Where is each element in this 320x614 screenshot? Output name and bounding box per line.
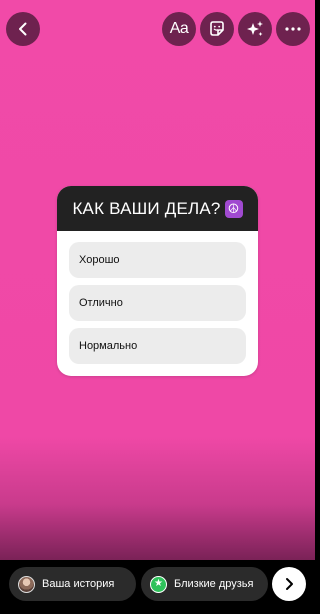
more-horizontal-icon: [285, 27, 301, 31]
text-tool-label: Aa: [169, 20, 189, 37]
close-friends-button[interactable]: ★ Близкие друзья: [141, 567, 268, 601]
quiz-question[interactable]: КАК ВАШИ ДЕЛА? ☮: [57, 186, 258, 231]
quiz-option-label: Нормально: [79, 340, 138, 352]
story-canvas[interactable]: Aa КАК ВАШИ ДЕЛА? ☮ Хорошо Отлично Норма…: [0, 0, 315, 560]
star-icon: ★: [150, 575, 167, 593]
quiz-option-3[interactable]: Нормально: [69, 328, 246, 364]
avatar: [18, 575, 35, 593]
quiz-option-label: Отлично: [79, 297, 123, 309]
your-story-label: Ваша история: [42, 578, 115, 590]
quiz-option-1[interactable]: Хорошо: [69, 242, 246, 278]
your-story-button[interactable]: Ваша история: [9, 567, 136, 601]
quiz-sticker[interactable]: КАК ВАШИ ДЕЛА? ☮ Хорошо Отлично Нормальн…: [57, 186, 258, 376]
peace-emoji-icon: ☮: [224, 199, 243, 218]
quiz-option-label: Хорошо: [79, 254, 120, 266]
chevron-right-icon: [286, 578, 293, 590]
text-tool-button[interactable]: Aa: [162, 12, 196, 46]
share-bar: Ваша история ★ Близкие друзья: [0, 560, 315, 614]
quiz-question-text: КАК ВАШИ ДЕЛА?: [72, 198, 221, 218]
next-button[interactable]: [272, 567, 306, 601]
sticker-button[interactable]: [200, 12, 234, 46]
sticker-icon: [210, 21, 224, 36]
chevron-left-icon: [19, 22, 27, 36]
close-friends-label: Близкие друзья: [174, 578, 254, 590]
back-button[interactable]: [6, 12, 40, 46]
effects-button[interactable]: [238, 12, 272, 46]
quiz-option-2[interactable]: Отлично: [69, 285, 246, 321]
more-options-button[interactable]: [276, 12, 310, 46]
sparkles-icon: [247, 21, 263, 36]
